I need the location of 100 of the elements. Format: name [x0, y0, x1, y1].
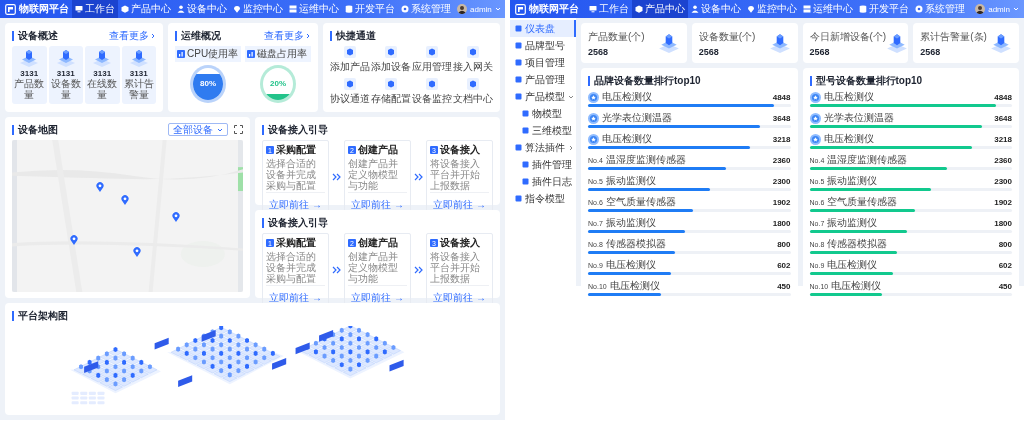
- stat-value: 2568: [920, 46, 942, 57]
- sidebar-item[interactable]: 插件日志: [510, 173, 576, 190]
- stat-label: 今日新增设备(个): [809, 29, 887, 44]
- item-name: 电压检测仪: [831, 279, 883, 293]
- sidebar-item[interactable]: 三维模型: [510, 122, 576, 139]
- nav-tab[interactable]: 运维中心: [800, 0, 857, 18]
- step-link[interactable]: 立即前往 →: [269, 292, 322, 303]
- item-name: 空气质量传感器: [827, 195, 899, 209]
- step-link[interactable]: 立即前往 →: [433, 292, 486, 303]
- step-title: 设备接入: [440, 143, 480, 157]
- item-name: 电压检测仪: [823, 132, 875, 146]
- section-title: 设备接入引导: [262, 124, 328, 135]
- sidebar-item[interactable]: 仪表盘: [510, 20, 576, 37]
- item-value: 450: [998, 281, 1012, 291]
- item-name: 传感器模拟器: [827, 237, 889, 251]
- item-name: 振动监测仪: [827, 174, 879, 188]
- shortcut-link[interactable]: 添加产品: [330, 46, 371, 74]
- item-value: 2300: [772, 176, 791, 186]
- section-title: 设备概述: [12, 30, 58, 41]
- nav-tab[interactable]: 设备中心: [174, 0, 230, 18]
- step-description: 将设备接入平台并开始上报数据: [430, 158, 481, 192]
- item-value: 2360: [772, 155, 791, 165]
- stat-label: 累计告警量(条): [920, 29, 987, 44]
- item-value: 602: [998, 260, 1012, 270]
- sidebar-item[interactable]: 插件管理: [510, 156, 576, 173]
- stat-value: 2568: [809, 46, 831, 57]
- shortcut-link[interactable]: 应用管理: [411, 46, 453, 74]
- item-name: 温湿度监测传感器: [827, 153, 909, 167]
- step-description: 选择合适的设备并完成采购与配置: [266, 158, 317, 192]
- nav-tab[interactable]: 工作台: [72, 0, 118, 18]
- nav-tab[interactable]: 开发平台: [856, 0, 913, 18]
- metric-label: 磁盘占用率: [257, 47, 307, 61]
- item-name: 传感器模拟器: [605, 237, 667, 251]
- stat-label: 产品数量: [13, 78, 46, 100]
- item-name: 振动监测仪: [827, 216, 879, 230]
- section-title: 运维概况: [175, 30, 221, 41]
- step-title: 采购配置: [276, 143, 316, 157]
- nav-tab[interactable]: 系统管理: [398, 0, 454, 18]
- nav-tab[interactable]: 产品中心: [632, 0, 689, 18]
- step-description: 将设备接入平台并开始上报数据: [430, 251, 481, 285]
- step-title: 设备接入: [440, 236, 480, 250]
- item-name: 电压检测仪: [605, 258, 657, 272]
- shortcut-link[interactable]: 接入网关: [452, 46, 493, 74]
- item-name: 电压检测仪: [827, 258, 879, 272]
- item-value: 2360: [994, 155, 1012, 165]
- sidebar-item[interactable]: 物模型: [510, 105, 576, 122]
- username: admin: [470, 4, 492, 14]
- step-link[interactable]: 立即前往 →: [433, 199, 486, 210]
- nav-tab[interactable]: 工作台: [586, 0, 633, 18]
- sidebar-item[interactable]: 产品模型: [510, 88, 576, 105]
- step-description: 创建产品并定义物模型与功能: [348, 251, 399, 285]
- item-value: 1902: [994, 197, 1012, 207]
- stat-value: 2568: [698, 46, 720, 57]
- shortcut-link[interactable]: 设备监控: [411, 78, 453, 106]
- gauge-value: 20%: [269, 79, 287, 88]
- stat-value: 3131: [20, 69, 39, 78]
- device-filter-dropdown[interactable]: 全部设备: [168, 123, 228, 136]
- section-title: 设备地图: [12, 124, 58, 135]
- nav-tab[interactable]: 监控中心: [744, 0, 801, 18]
- step-link[interactable]: 立即前往 →: [351, 199, 404, 210]
- section-title: 设备接入引导: [262, 217, 328, 228]
- stat-value: 2568: [588, 46, 610, 57]
- step-link[interactable]: 立即前往 →: [351, 292, 404, 303]
- stat-value: 3131: [93, 69, 112, 78]
- item-value: 1902: [772, 197, 791, 207]
- nav-tab[interactable]: 产品中心: [118, 0, 174, 18]
- item-value: 2300: [994, 176, 1012, 186]
- item-name: 振动监测仪: [605, 216, 657, 230]
- item-value: 3218: [994, 134, 1012, 144]
- app-title: 物联网平台: [529, 2, 579, 16]
- stat-value: 3131: [56, 69, 75, 78]
- nav-tab[interactable]: 开发平台: [342, 0, 398, 18]
- sidebar-item[interactable]: 项目管理: [510, 54, 576, 71]
- metric-label: CPU使用率: [187, 47, 239, 61]
- nav-tab[interactable]: 运维中心: [286, 0, 342, 18]
- item-name: 电压检测仪: [602, 132, 653, 146]
- shortcut-link[interactable]: 添加设备: [370, 46, 412, 74]
- sidebar-item[interactable]: 算法插件: [510, 139, 576, 156]
- shortcut-link[interactable]: 协议通道: [330, 78, 371, 106]
- sidebar-item[interactable]: 品牌型号: [510, 37, 576, 54]
- step-link[interactable]: 立即前往 →: [269, 199, 322, 210]
- item-value: 3218: [772, 134, 791, 144]
- more-link[interactable]: 查看更多: [109, 28, 156, 43]
- item-value: 602: [777, 260, 791, 270]
- item-value: 800: [998, 239, 1012, 249]
- sidebar-item[interactable]: 产品管理: [510, 71, 576, 88]
- more-link[interactable]: 查看更多: [264, 28, 311, 43]
- sidebar-item[interactable]: 指令模型: [510, 190, 576, 207]
- item-name: 光学表位测温器: [602, 111, 673, 125]
- nav-tab[interactable]: 监控中心: [230, 0, 286, 18]
- shortcut-link[interactable]: 文档中心: [452, 78, 493, 106]
- item-name: 振动监测仪: [605, 174, 657, 188]
- nav-tab[interactable]: 设备中心: [688, 0, 745, 18]
- nav-tab[interactable]: 系统管理: [912, 0, 969, 18]
- username: admin: [988, 4, 1010, 14]
- item-name: 电压检测仪: [609, 279, 661, 293]
- item-name: 空气质量传感器: [605, 195, 677, 209]
- item-value: 1800: [994, 218, 1012, 228]
- stat-value: 3131: [129, 69, 148, 78]
- shortcut-link[interactable]: 存储配置: [370, 78, 412, 106]
